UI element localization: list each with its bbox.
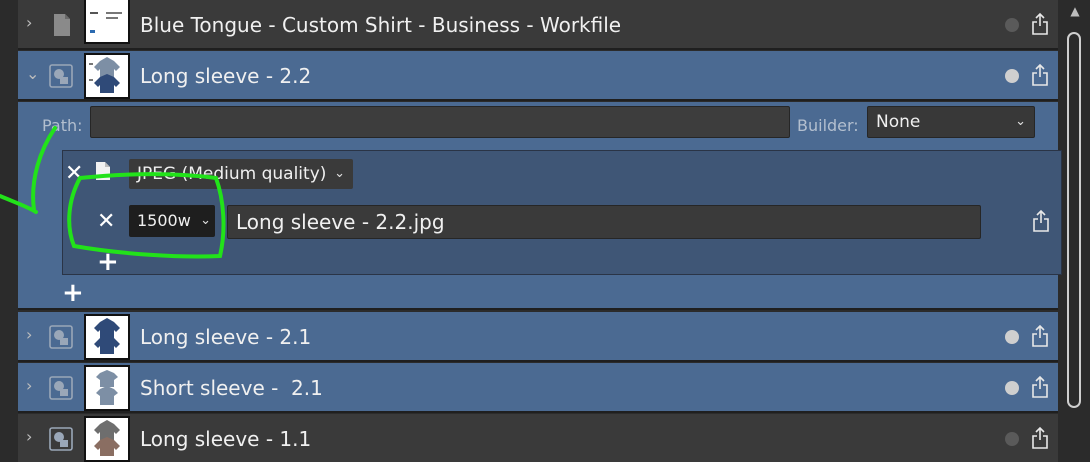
builder-value: None: [876, 112, 921, 132]
export-slices-panel: › Blue Tongue - Custom Shirt - Business …: [18, 0, 1062, 462]
chevron-down-icon: ⌄: [334, 166, 345, 181]
size-value: 1500w: [137, 211, 191, 230]
status-dot-icon: [1005, 381, 1019, 395]
slice-row-long-sleeve-2-1[interactable]: › Long sleeve - 2.1: [18, 312, 1058, 362]
share-export-icon[interactable]: [1031, 324, 1049, 348]
slice-row-short-sleeve-2-1[interactable]: › Short sleeve - 2.1: [18, 363, 1058, 413]
chevron-right-icon[interactable]: ›: [26, 13, 40, 33]
format-select[interactable]: JPEG (Medium quality) ⌄: [129, 159, 353, 189]
chevron-down-icon: ⌄: [198, 205, 211, 237]
share-export-icon[interactable]: [1031, 12, 1049, 36]
path-label: Path:: [42, 116, 83, 135]
slice-name: Blue Tongue - Custom Shirt - Business - …: [140, 13, 622, 37]
slice-settings-panel: Path: Builder: None ⌄ ✕ JPEG (Medium qua…: [18, 102, 1062, 310]
scrollbar-thumb[interactable]: [1067, 32, 1081, 408]
slice-icon: [49, 64, 73, 88]
share-export-icon[interactable]: [1032, 209, 1050, 233]
status-dot-icon: [1005, 432, 1019, 446]
slice-icon: [49, 376, 73, 400]
document-icon: [54, 14, 70, 36]
slice-row-long-sleeve-2-2[interactable]: ⌄ Long sleeve - 2.2: [18, 51, 1058, 101]
builder-label: Builder:: [797, 116, 859, 135]
chevron-right-icon[interactable]: ›: [26, 325, 40, 345]
slice-name: Long sleeve - 1.1: [140, 427, 312, 451]
status-dot-icon: [1005, 69, 1019, 83]
scroll-up-arrow-icon[interactable]: ▲: [1066, 4, 1084, 24]
chevron-right-icon[interactable]: ›: [26, 427, 40, 447]
remove-size-icon[interactable]: ✕: [97, 211, 115, 233]
slice-thumbnail: [84, 416, 130, 462]
slice-thumbnail: [84, 0, 130, 44]
format-value: JPEG (Medium quality): [137, 164, 327, 184]
add-format-icon[interactable]: +: [62, 280, 84, 306]
slice-icon: [49, 427, 73, 451]
share-export-icon[interactable]: [1031, 63, 1049, 87]
status-dot-icon: [1005, 330, 1019, 344]
remove-format-icon[interactable]: ✕: [65, 163, 83, 185]
builder-select[interactable]: None ⌄: [867, 106, 1035, 138]
slice-row-workfile[interactable]: › Blue Tongue - Custom Shirt - Business …: [18, 0, 1058, 50]
add-size-icon[interactable]: +: [97, 249, 119, 275]
path-input[interactable]: [90, 106, 790, 138]
slice-thumbnail: [84, 53, 130, 99]
slice-name: Short sleeve - 2.1: [140, 376, 323, 400]
slice-row-long-sleeve-1-1[interactable]: › Long sleeve - 1.1: [18, 414, 1058, 462]
chevron-down-icon[interactable]: ⌄: [26, 64, 40, 84]
slice-name: Long sleeve - 2.2: [140, 64, 312, 88]
file-icon: [96, 162, 110, 180]
slice-name: Long sleeve - 2.1: [140, 325, 312, 349]
slice-thumbnail: [84, 314, 130, 360]
filename-input[interactable]: Long sleeve - 2.2.jpg: [227, 205, 981, 239]
chevron-right-icon[interactable]: ›: [26, 376, 40, 396]
size-select[interactable]: 1500w ⌄: [129, 205, 215, 237]
chevron-down-icon: ⌄: [1015, 114, 1026, 129]
slice-icon: [49, 325, 73, 349]
slice-thumbnail: [84, 365, 130, 411]
share-export-icon[interactable]: [1031, 375, 1049, 399]
export-format-group: ✕ JPEG (Medium quality) ⌄ ✕ 1500w ⌄ Long…: [62, 150, 1062, 275]
status-dot-icon: [1005, 18, 1019, 32]
share-export-icon[interactable]: [1031, 426, 1049, 450]
